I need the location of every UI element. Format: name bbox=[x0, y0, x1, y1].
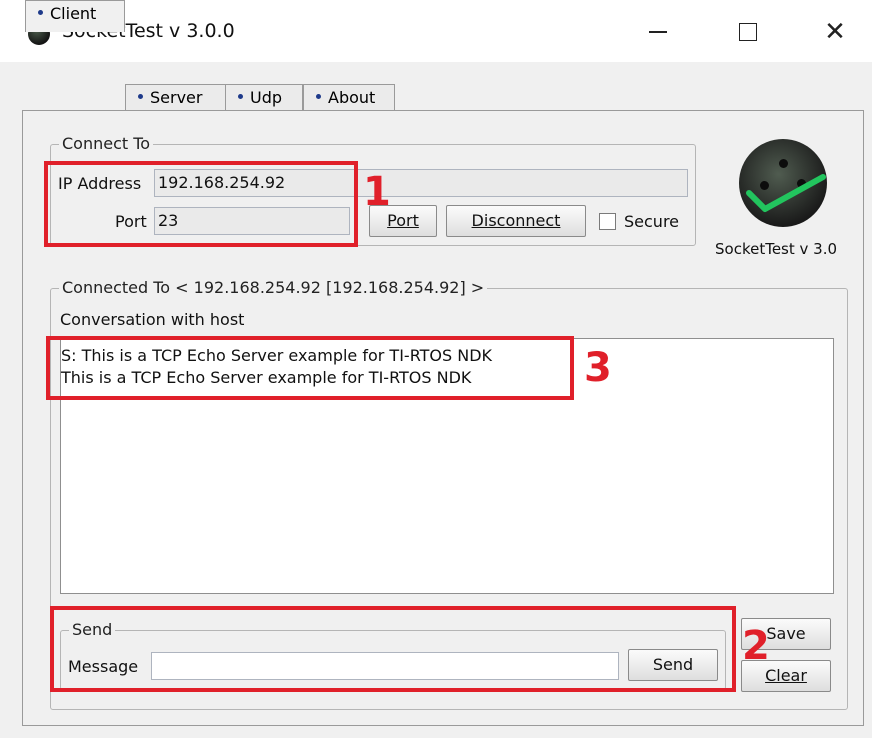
tab-dot-icon bbox=[38, 10, 43, 15]
tab-about[interactable]: About bbox=[303, 84, 395, 111]
annotation-label-1: 1 bbox=[363, 169, 391, 215]
annotation-label-2: 2 bbox=[742, 623, 770, 669]
secure-label: Secure bbox=[624, 212, 680, 231]
annotation-box-1 bbox=[44, 161, 358, 247]
conversation-label: Conversation with host bbox=[60, 310, 245, 329]
disconnect-button[interactable]: Disconnect bbox=[446, 205, 586, 237]
connected-to-legend: Connected To < 192.168.254.92 [192.168.2… bbox=[59, 278, 488, 297]
close-button[interactable]: ✕ bbox=[815, 14, 855, 50]
annotation-box-3 bbox=[46, 336, 574, 400]
connect-to-legend: Connect To bbox=[59, 134, 154, 153]
annotation-box-2 bbox=[50, 606, 736, 692]
clear-button-label: Clear bbox=[765, 666, 807, 685]
annotation-label-3: 3 bbox=[584, 345, 612, 391]
logo-caption: SocketTest v 3.0 bbox=[715, 240, 838, 258]
maximize-icon bbox=[739, 23, 757, 41]
minimize-button[interactable] bbox=[638, 14, 678, 50]
title-bar: SocketTest v 3.0.0 ✕ bbox=[0, 0, 872, 62]
tab-udp[interactable]: Udp bbox=[225, 84, 303, 111]
tab-server[interactable]: Server bbox=[125, 84, 233, 111]
tab-label: About bbox=[328, 88, 376, 107]
tab-label: Server bbox=[150, 88, 203, 107]
tab-dot-icon bbox=[316, 94, 321, 99]
socket-logo-icon bbox=[739, 139, 827, 227]
tab-label: Udp bbox=[250, 88, 283, 107]
socket-test-window: SocketTest v 3.0.0 ✕ Client Server Udp A… bbox=[0, 0, 872, 738]
checkmark-icon bbox=[746, 174, 826, 212]
disconnect-button-label: Disconnect bbox=[471, 211, 561, 230]
secure-checkbox[interactable] bbox=[599, 213, 616, 230]
tab-dot-icon bbox=[138, 94, 143, 99]
minimize-icon bbox=[649, 31, 667, 33]
port-button-label: Port bbox=[387, 211, 419, 230]
tab-dot-icon bbox=[238, 94, 243, 99]
tab-client[interactable]: Client bbox=[25, 0, 125, 32]
tab-label: Client bbox=[50, 4, 97, 23]
maximize-button[interactable] bbox=[728, 14, 768, 50]
